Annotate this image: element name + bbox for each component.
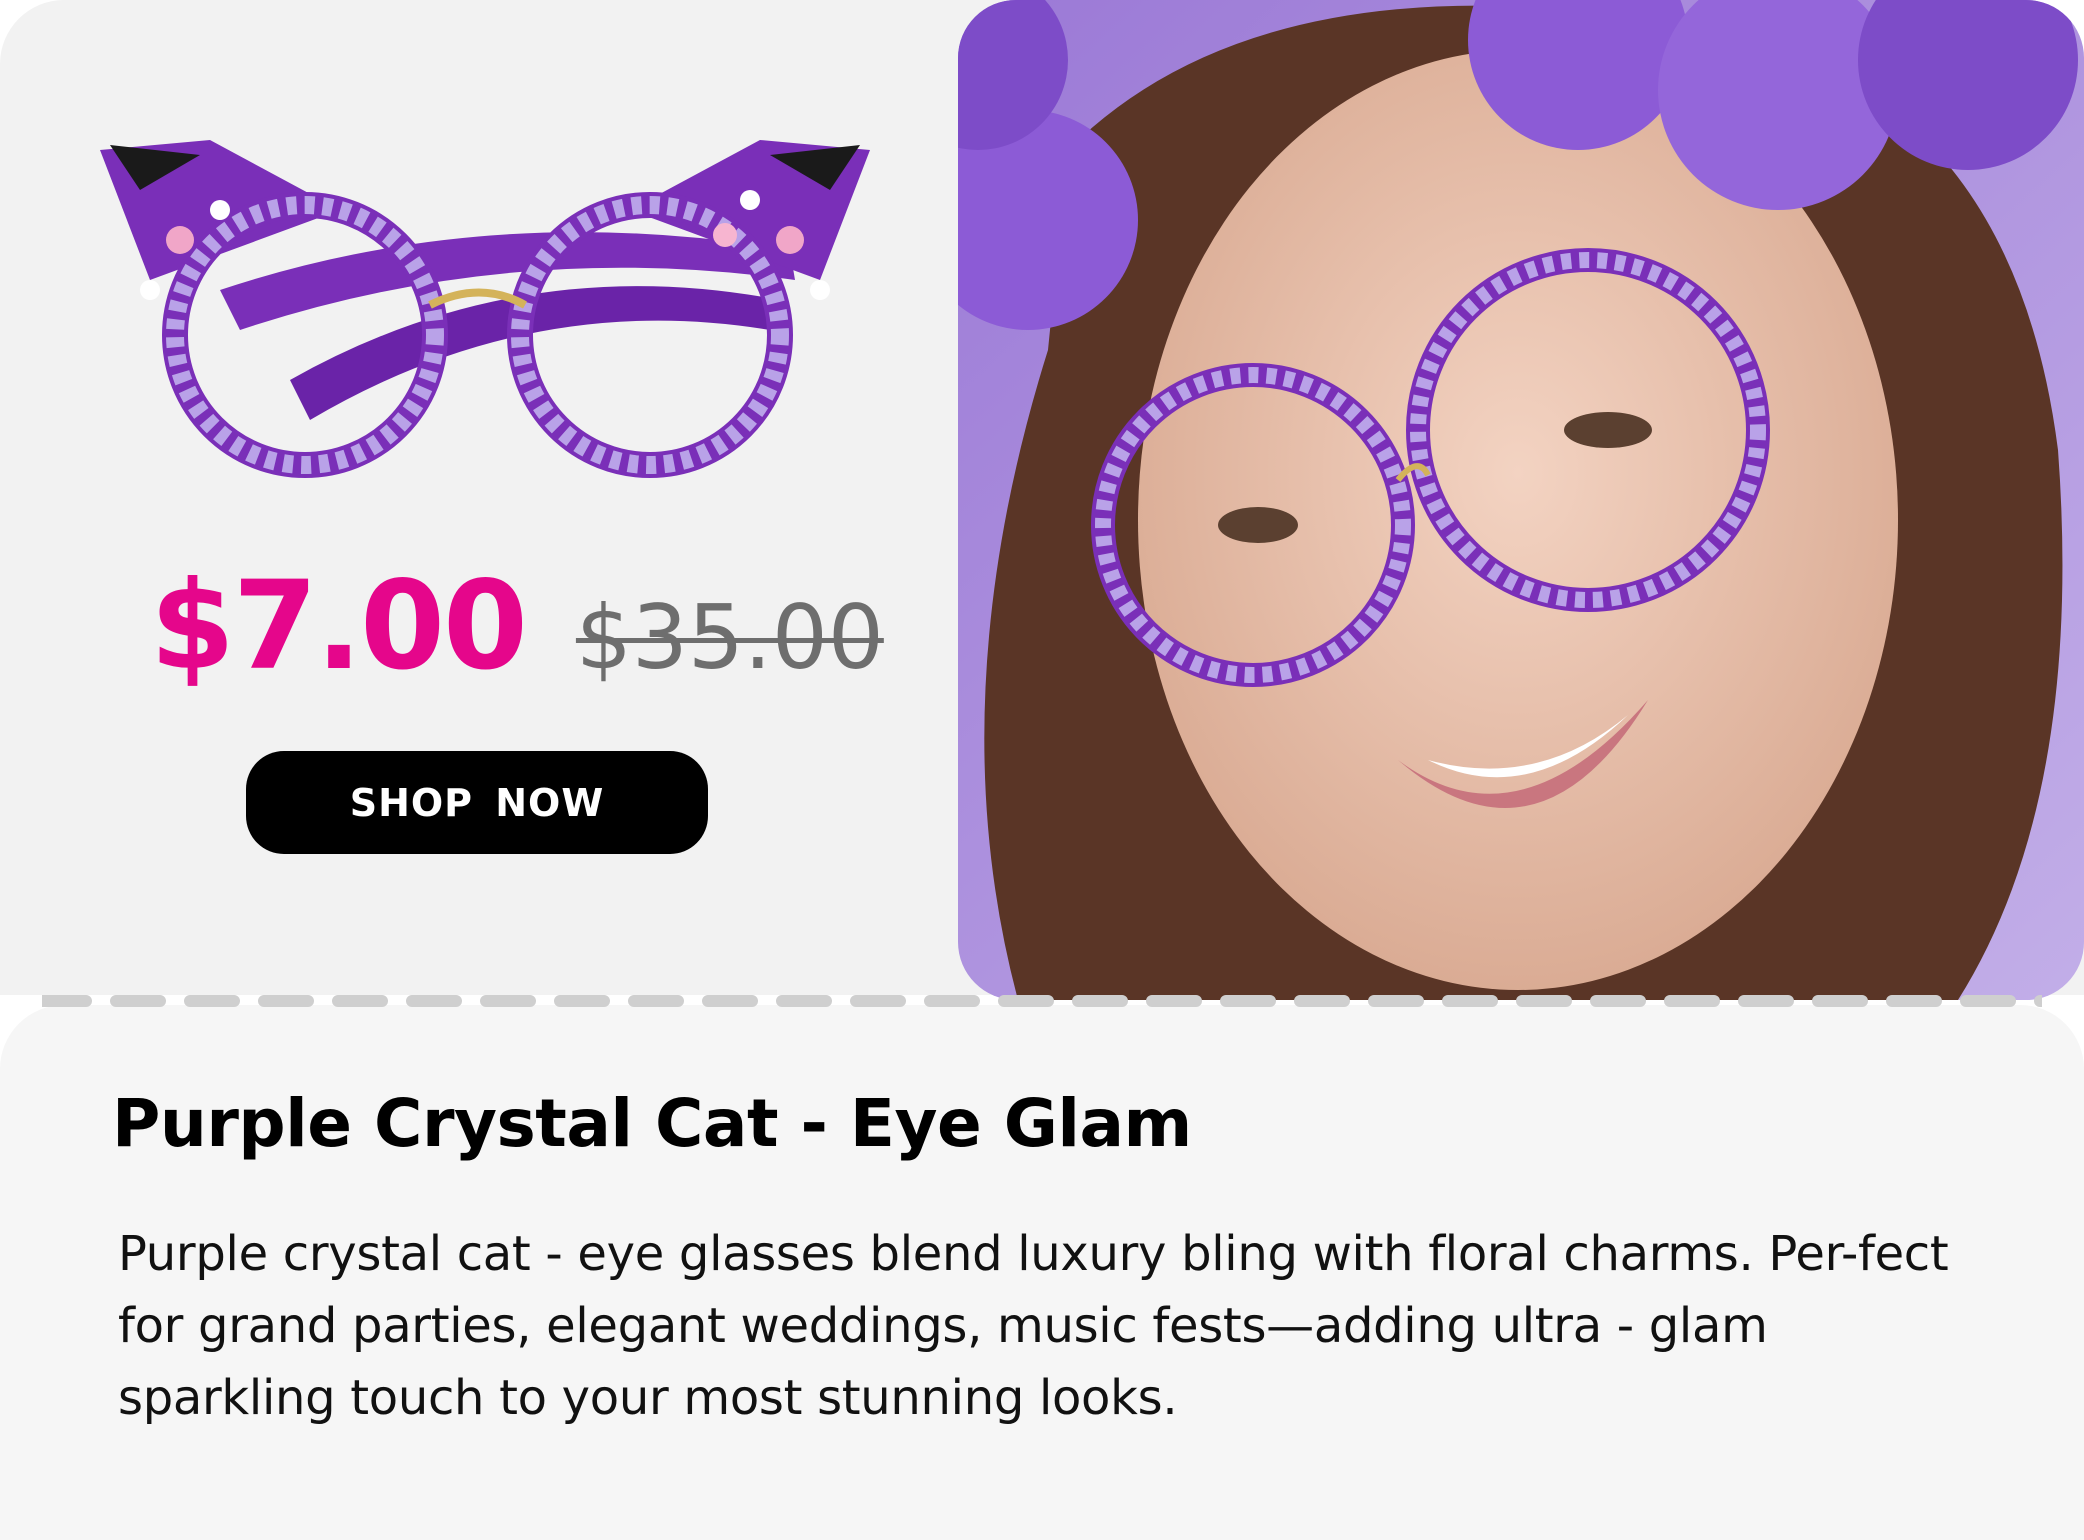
purple-cat-eye-glasses-icon[interactable]: [90, 130, 880, 490]
sale-price: $7.00: [150, 555, 528, 697]
product-title: Purple Crystal Cat - Eye Glam: [112, 1085, 1192, 1162]
original-price: $35.00: [575, 586, 884, 689]
perforated-divider: [42, 995, 2042, 1007]
model-wearing-glasses-photo[interactable]: [958, 0, 2084, 1000]
product-description: Purple crystal cat - eye glasses blend l…: [118, 1226, 1949, 1426]
price-row: $7.00 $35.00: [150, 555, 950, 715]
shop-now-button[interactable]: SHOP NOW: [246, 751, 708, 854]
